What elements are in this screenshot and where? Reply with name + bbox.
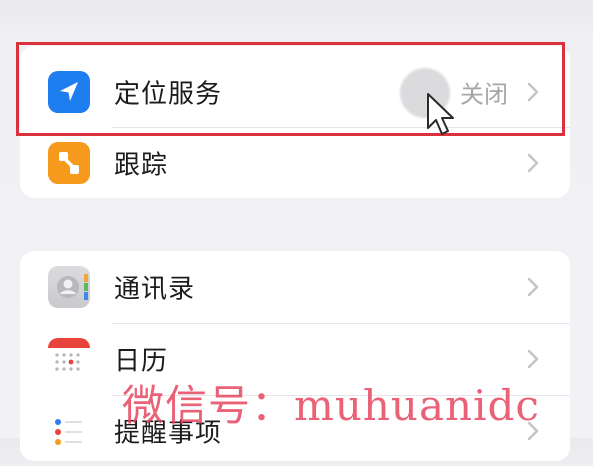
row-contacts[interactable]: 通讯录: [20, 252, 570, 322]
location-services-icon: [48, 71, 90, 113]
reminders-icon: [48, 410, 90, 452]
row-tracking[interactable]: 跟踪: [20, 128, 570, 198]
location-services-status: 关闭: [460, 80, 508, 109]
chevron-right-icon: [527, 277, 539, 297]
watermark: 微信号：muhuanidc: [122, 381, 540, 430]
row-location-services[interactable]: 定位服务 关闭: [20, 57, 570, 127]
chevron-right-icon: [527, 82, 539, 102]
location-services-label: 定位服务: [114, 79, 223, 110]
tracking-icon: [48, 142, 90, 184]
tracking-label: 跟踪: [114, 150, 169, 181]
calendar-icon: [48, 338, 90, 380]
contacts-label: 通讯录: [114, 274, 196, 305]
contacts-icon: [48, 266, 90, 308]
settings-group-privacy: 定位服务 关闭 跟踪: [20, 46, 570, 198]
chevron-right-icon: [527, 349, 539, 369]
chevron-right-icon: [527, 153, 539, 173]
mouse-cursor-icon: [427, 93, 454, 135]
